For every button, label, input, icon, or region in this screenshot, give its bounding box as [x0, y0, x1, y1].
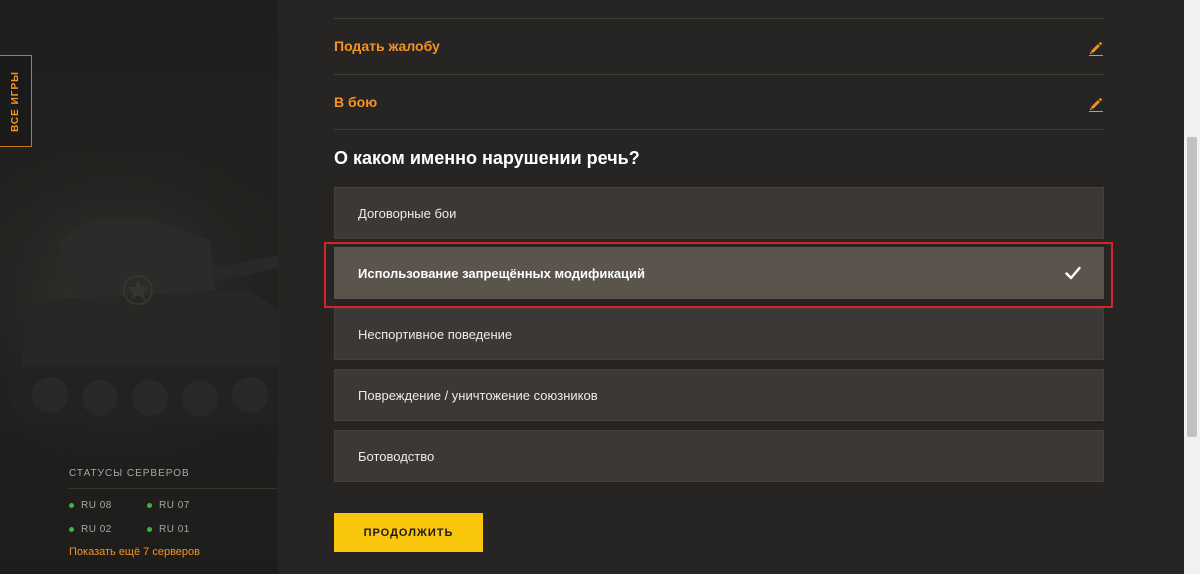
- pencil-icon[interactable]: [1088, 96, 1104, 112]
- all-games-label: ВСЕ ИГРЫ: [10, 70, 22, 132]
- checkmark-icon: [1065, 266, 1081, 280]
- sidebar: ВСЕ ИГРЫ СТАТУСЫ СЕРВЕРОВ RU 08 RU 07 RU…: [0, 0, 278, 574]
- scrollbar-thumb[interactable]: [1187, 137, 1197, 437]
- question-heading: О каком именно нарушении речь?: [334, 148, 640, 168]
- step-in-battle[interactable]: В бою: [334, 94, 377, 110]
- server-status-item: RU 08: [69, 500, 112, 511]
- status-online-icon: [147, 503, 152, 508]
- server-name: RU 07: [159, 500, 190, 511]
- step-submit-complaint[interactable]: Подать жалобу: [334, 38, 440, 54]
- server-name: RU 01: [159, 524, 190, 535]
- pencil-icon[interactable]: [1088, 40, 1104, 56]
- continue-label: ПРОДОЛЖИТЬ: [363, 526, 454, 539]
- option-forbidden-mods[interactable]: Использование запрещённых модификаций: [334, 247, 1104, 299]
- continue-button[interactable]: ПРОДОЛЖИТЬ: [334, 513, 483, 552]
- option-label: Договорные бои: [358, 205, 457, 221]
- server-name: RU 02: [81, 524, 112, 535]
- option-unsporting-behavior[interactable]: Неспортивное поведение: [334, 308, 1104, 360]
- option-label: Повреждение / уничтожение союзников: [358, 387, 598, 403]
- status-online-icon: [69, 527, 74, 532]
- tank-background-image: [0, 150, 278, 480]
- status-online-icon: [147, 527, 152, 532]
- server-status-item: RU 01: [147, 524, 190, 535]
- status-online-icon: [69, 503, 74, 508]
- option-label: Использование запрещённых модификаций: [358, 265, 646, 281]
- option-team-damage[interactable]: Повреждение / уничтожение союзников: [334, 369, 1104, 421]
- server-status-item: RU 02: [69, 524, 112, 535]
- main-content: Подать жалобу В бою О каком именно наруш…: [278, 0, 1184, 574]
- scrollbar[interactable]: [1184, 0, 1200, 574]
- divider: [334, 129, 1104, 130]
- divider: [334, 18, 1104, 19]
- divider: [334, 74, 1104, 75]
- option-botting[interactable]: Ботоводство: [334, 430, 1104, 482]
- server-name: RU 08: [81, 500, 112, 511]
- option-label: Ботоводство: [358, 448, 435, 464]
- option-label: Неспортивное поведение: [358, 326, 513, 342]
- server-status-title: СТАТУСЫ СЕРВЕРОВ: [69, 468, 190, 479]
- divider: [69, 488, 277, 489]
- option-contract-battles[interactable]: Договорные бои: [334, 187, 1104, 239]
- all-games-button[interactable]: ВСЕ ИГРЫ: [0, 55, 32, 147]
- server-status-item: RU 07: [147, 500, 190, 511]
- show-more-servers-link[interactable]: Показать ещё 7 серверов: [69, 546, 200, 558]
